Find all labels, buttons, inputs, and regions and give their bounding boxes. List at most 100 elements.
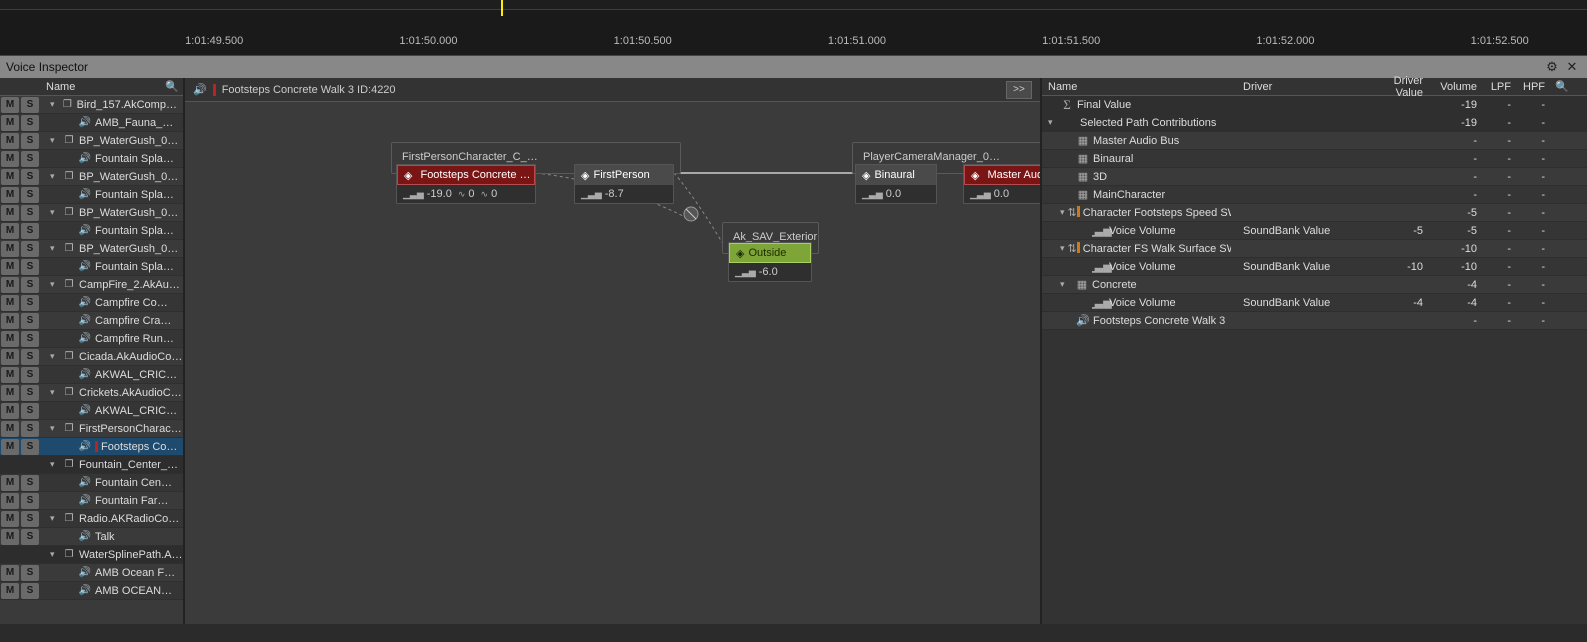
solo-button[interactable]: S [21, 367, 39, 383]
mute-button[interactable]: M [1, 385, 19, 401]
expand-twisty-icon[interactable]: ▾ [50, 243, 62, 254]
contribution-row[interactable]: ▾▦Concrete-4-- [1042, 276, 1587, 294]
mute-button[interactable]: M [1, 583, 19, 599]
solo-button[interactable]: S [21, 349, 39, 365]
contribution-row[interactable]: ▦MainCharacter--- [1042, 186, 1587, 204]
solo-button[interactable]: S [21, 439, 39, 455]
expand-twisty-icon[interactable]: ▾ [50, 351, 62, 362]
tree-child-row[interactable]: MS🔊Fountain Spla… [0, 150, 183, 168]
close-icon[interactable]: ✕ [1563, 58, 1581, 76]
tree-parent-row[interactable]: MS▾❐FirstPersonCharac… [0, 420, 183, 438]
tree-child-row[interactable]: MS🔊Talk [0, 528, 183, 546]
mute-button[interactable]: M [1, 97, 19, 113]
solo-button[interactable]: S [21, 205, 39, 221]
solo-button[interactable]: S [21, 493, 39, 509]
tree-child-row[interactable]: MS🔊Campfire Cra… [0, 312, 183, 330]
expand-twisty-icon[interactable]: ▾ [50, 99, 61, 110]
contribution-row[interactable]: ▾⇅Character FS Walk Surface SW-10-- [1042, 240, 1587, 258]
graph-node-firstperson[interactable]: ◈FirstPerson▁▃▅-8.7 [574, 164, 674, 204]
expand-twisty-icon[interactable]: ▾ [50, 207, 62, 218]
tree-parent-row[interactable]: MS▾❐Radio.AKRadioCo… [0, 510, 183, 528]
tree-parent-row[interactable]: MS▾❐BP_WaterGush_0… [0, 132, 183, 150]
solo-button[interactable]: S [21, 475, 39, 491]
contribution-row[interactable]: ▁▃▅Voice VolumeSoundBank Value-10-10-- [1042, 258, 1587, 276]
mute-button[interactable]: M [1, 295, 19, 311]
expand-twisty-icon[interactable]: ▾ [50, 135, 62, 146]
solo-button[interactable]: S [21, 385, 39, 401]
expand-twisty-icon[interactable]: ▾ [50, 423, 62, 434]
graph-node-binaural[interactable]: ◈Binaural▁▃▅0.0 [855, 164, 937, 204]
tree-body[interactable]: MS▾❐Bird_157.AkComponentMS🔊AMB_Fauna_…MS… [0, 96, 183, 624]
solo-button[interactable]: S [21, 295, 39, 311]
col-hpf[interactable]: HPF [1517, 78, 1551, 95]
col-lpf[interactable]: LPF [1483, 78, 1517, 95]
tree-parent-row[interactable]: ▾❐WaterSplinePath.A… [0, 546, 183, 564]
mute-button[interactable]: M [1, 241, 19, 257]
solo-button[interactable]: S [21, 133, 39, 149]
solo-button[interactable]: S [21, 223, 39, 239]
mute-button[interactable]: M [1, 187, 19, 203]
tree-child-row[interactable]: MS🔊Fountain Spla… [0, 186, 183, 204]
expand-twisty-icon[interactable]: ▾ [1048, 117, 1060, 128]
solo-button[interactable]: S [21, 529, 39, 545]
tree-child-row[interactable]: MS🔊AMB Ocean F… [0, 564, 183, 582]
tree-child-row[interactable]: MS🔊Fountain Cen… [0, 474, 183, 492]
solo-button[interactable]: S [21, 583, 39, 599]
contributions-body[interactable]: ΣFinal Value-19--▾Selected Path Contribu… [1042, 96, 1587, 330]
tree-parent-row[interactable]: MS▾❐BP_WaterGush_0… [0, 240, 183, 258]
contribution-row[interactable]: ▦Binaural--- [1042, 150, 1587, 168]
expand-twisty-icon[interactable]: ▾ [50, 549, 62, 560]
tree-parent-row[interactable]: MS▾❐Cicada.AkAudioCo… [0, 348, 183, 366]
tree-parent-row[interactable]: MS▾❐Crickets.AkAudioC… [0, 384, 183, 402]
tree-parent-row[interactable]: MS▾❐CampFire_2.AkAu… [0, 276, 183, 294]
contribution-row[interactable]: ▾Selected Path Contributions-19-- [1042, 114, 1587, 132]
mute-button[interactable]: M [1, 331, 19, 347]
tree-parent-row[interactable]: ▾❐Fountain_Center_… [0, 456, 183, 474]
expand-twisty-icon[interactable]: ▾ [50, 387, 62, 398]
contribution-row[interactable]: ΣFinal Value-19-- [1042, 96, 1587, 114]
mute-button[interactable]: M [1, 133, 19, 149]
col-driver[interactable]: Driver [1237, 78, 1367, 95]
mute-button[interactable]: M [1, 349, 19, 365]
mute-button[interactable]: M [1, 169, 19, 185]
solo-button[interactable]: S [21, 277, 39, 293]
search-icon[interactable]: 🔍 [1551, 78, 1573, 95]
mute-button[interactable]: M [1, 421, 19, 437]
tree-parent-row[interactable]: MS▾❐BP_WaterGush_0… [0, 168, 183, 186]
graph-node-master[interactable]: ◈Master Audio Bus▁▃▅0.0 [963, 164, 1040, 204]
contribution-row[interactable]: ▁▃▅Voice VolumeSoundBank Value-4-4-- [1042, 294, 1587, 312]
timeline-playhead[interactable] [501, 0, 503, 16]
contribution-row[interactable]: ▦Master Audio Bus--- [1042, 132, 1587, 150]
tree-child-row[interactable]: MS🔊AMB_Fauna_… [0, 114, 183, 132]
search-icon[interactable]: 🔍 [165, 80, 179, 93]
mute-button[interactable]: M [1, 511, 19, 527]
mute-button[interactable]: M [1, 151, 19, 167]
solo-button[interactable]: S [21, 511, 39, 527]
timeline[interactable]: 1:01:49.5001:01:50.0001:01:50.5001:01:51… [0, 0, 1587, 56]
mute-button[interactable]: M [1, 475, 19, 491]
tree-child-row[interactable]: MS🔊Fountain Spla… [0, 258, 183, 276]
tree-child-row[interactable]: MS🔊AMB OCEAN… [0, 582, 183, 600]
solo-button[interactable]: S [21, 241, 39, 257]
expand-twisty-icon[interactable]: ▾ [50, 171, 62, 182]
col-name[interactable]: Name [1042, 78, 1237, 95]
mute-button[interactable]: M [1, 205, 19, 221]
mute-button[interactable]: M [1, 493, 19, 509]
solo-button[interactable]: S [21, 151, 39, 167]
expand-twisty-icon[interactable]: ▾ [1060, 243, 1065, 254]
solo-button[interactable]: S [21, 187, 39, 203]
solo-button[interactable]: S [21, 403, 39, 419]
solo-button[interactable]: S [21, 313, 39, 329]
solo-button[interactable]: S [21, 115, 39, 131]
solo-button[interactable]: S [21, 169, 39, 185]
contribution-row[interactable]: 🔊Footsteps Concrete Walk 3--- [1042, 312, 1587, 330]
mute-button[interactable]: M [1, 223, 19, 239]
expand-twisty-icon[interactable]: ▾ [1060, 279, 1072, 290]
tree-child-row[interactable]: MS🔊Fountain Spla… [0, 222, 183, 240]
contribution-row[interactable]: ▾⇅Character Footsteps Speed SW-5-- [1042, 204, 1587, 222]
tree-child-row[interactable]: MS🔊AKWAL_CRIC… [0, 366, 183, 384]
mute-button[interactable]: M [1, 313, 19, 329]
expand-twisty-icon[interactable]: ▾ [50, 459, 62, 470]
contribution-row[interactable]: ▁▃▅Voice VolumeSoundBank Value-5-5-- [1042, 222, 1587, 240]
mute-button[interactable]: M [1, 367, 19, 383]
